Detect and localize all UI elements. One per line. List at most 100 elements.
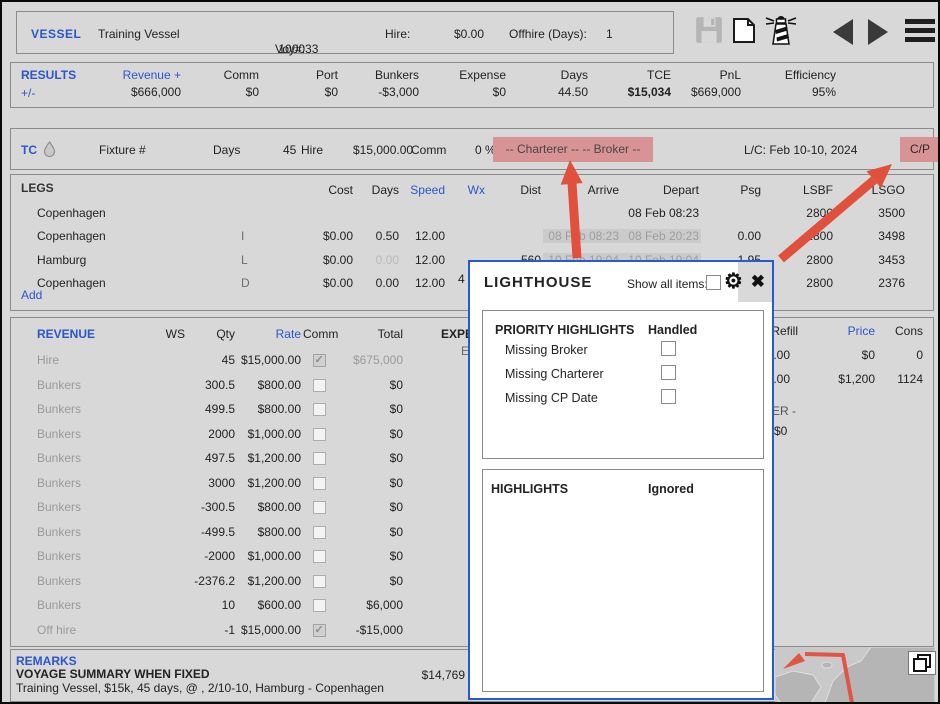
revenue-row[interactable]: Bunkers499.5$800.00$0: [11, 397, 431, 421]
revenue-rate: $800.00: [237, 378, 303, 392]
leg-psg: 0.00: [701, 229, 763, 243]
revenue-item-name: Bunkers: [11, 598, 151, 612]
comm-checkbox[interactable]: [313, 354, 326, 367]
comm-checkbox[interactable]: [313, 428, 326, 441]
comm-checkbox[interactable]: [313, 550, 326, 563]
revenue-row[interactable]: Off hire-1$15,000.00-$15,000: [11, 618, 431, 642]
revenue-col-qty: Qty: [187, 327, 237, 341]
comm-checkbox[interactable]: [313, 526, 326, 539]
comm-checkbox[interactable]: [313, 501, 326, 514]
revenue-rate: $1,200.00: [237, 476, 303, 490]
revenue-row[interactable]: Bunkers2000$1,000.00$0: [11, 422, 431, 446]
show-all-items-checkbox[interactable]: [706, 275, 721, 290]
menu-icon[interactable]: [905, 19, 935, 43]
revenue-item-name: Bunkers: [11, 451, 151, 465]
leg-type: L: [233, 253, 259, 267]
tc-hire-value[interactable]: $15,000.00: [353, 143, 413, 157]
revenue-comm-cell: [303, 622, 337, 636]
comm-checkbox[interactable]: [313, 452, 326, 465]
revenue-row[interactable]: Bunkers-2000$1,000.00$0: [11, 544, 431, 568]
next-voyage-button[interactable]: [868, 2, 894, 62]
results-plusminus[interactable]: +/-: [21, 86, 35, 100]
revenue-row[interactable]: Bunkers3000$1,200.00$0: [11, 471, 431, 495]
revenue-rate: $1,000.00: [237, 549, 303, 563]
leg-arrive: 08 Feb 08:23: [543, 229, 621, 243]
priority-item-missing-broker: Missing Broker: [505, 343, 588, 357]
revenue-row[interactable]: Bunkers-300.5$800.00$0: [11, 495, 431, 519]
revenue-row[interactable]: Bunkers-2376.2$1,200.00$0: [11, 569, 431, 593]
remarks-text[interactable]: Training Vessel, $15k, 45 days, @ , 2/10…: [16, 681, 384, 695]
ignored-column-label: Ignored: [648, 482, 694, 496]
cp-date-field[interactable]: C/P: [900, 137, 940, 162]
gear-icon[interactable]: ⚙: [724, 269, 743, 294]
results-column-value: 95%: [726, 85, 836, 99]
leg-row[interactable]: Copenhagen08 Feb 08:2328003500: [11, 201, 933, 224]
priority-item-missing-cp-date: Missing CP Date: [505, 391, 598, 405]
tc-label[interactable]: TC: [21, 143, 37, 157]
comm-checkbox[interactable]: [313, 624, 326, 637]
revenue-item-name: Bunkers: [11, 378, 151, 392]
voy-number: Voy#: 100033: [275, 27, 278, 41]
legs-col-speed[interactable]: Speed: [401, 183, 447, 197]
app-window: VESSEL Training Vessel Voy#: 100033 Hire…: [0, 0, 940, 704]
revenue-label[interactable]: REVENUE: [11, 327, 151, 341]
revenue-row[interactable]: Bunkers497.5$1,200.00$0: [11, 446, 431, 470]
drop-icon: [43, 141, 56, 160]
vessel-label[interactable]: VESSEL: [31, 27, 81, 41]
revenue-row[interactable]: Bunkers10$600.00$6,000: [11, 593, 431, 617]
missing-cp-date-checkbox[interactable]: [661, 389, 676, 404]
revenue-qty: 497.5: [187, 451, 237, 465]
charterer-broker-field[interactable]: -- Charterer -- -- Broker --: [493, 137, 653, 162]
revenue-qty: -300.5: [187, 500, 237, 514]
revenue-qty: -2376.2: [187, 574, 237, 588]
fixture-field[interactable]: Fixture #: [99, 143, 146, 157]
new-document-icon[interactable]: [729, 15, 761, 47]
add-leg-link[interactable]: Add: [21, 288, 42, 302]
tc-hire-label: Hire: [301, 143, 323, 157]
comm-checkbox[interactable]: [313, 599, 326, 612]
revenue-comm-cell: [303, 426, 337, 440]
lighthouse-icon[interactable]: [764, 11, 796, 43]
other-expense-fragment: ER -: [772, 404, 796, 418]
close-icon[interactable]: ✖: [751, 272, 765, 292]
legs-col-wx[interactable]: Wx: [447, 183, 487, 197]
priority-highlights-title: PRIORITY HIGHLIGHTS: [495, 323, 634, 337]
tc-comm-label: Comm: [411, 143, 446, 157]
revenue-col-comm: Comm: [303, 327, 337, 341]
missing-broker-checkbox[interactable]: [661, 341, 676, 356]
revenue-item-name: Off hire: [11, 623, 151, 637]
revenue-comm-cell: [303, 451, 337, 465]
revenue-qty: 300.5: [187, 378, 237, 392]
results-column-value: $669,000: [631, 85, 741, 99]
revenue-row[interactable]: Bunkers300.5$800.00$0: [11, 373, 431, 397]
results-column-label: Efficiency: [726, 68, 836, 82]
comm-checkbox[interactable]: [313, 379, 326, 392]
leg-row[interactable]: CopenhagenI$0.000.5012.0008 Feb 08:2308 …: [11, 225, 933, 248]
popout-icon[interactable]: [908, 651, 936, 675]
revenue-item-name: Bunkers: [11, 574, 151, 588]
comm-checkbox[interactable]: [313, 403, 326, 416]
revenue-qty: 10: [187, 598, 237, 612]
results-column-efficiency: Efficiency 95%: [726, 63, 836, 99]
remarks-label[interactable]: REMARKS: [16, 654, 77, 668]
leg-port: Copenhagen: [11, 229, 233, 243]
comm-checkbox[interactable]: [313, 575, 326, 588]
show-all-items-label: Show all items:: [627, 277, 708, 291]
remarks-title: VOYAGE SUMMARY WHEN FIXED: [16, 667, 210, 681]
prev-voyage-button[interactable]: [833, 2, 859, 62]
revenue-rate: $1,200.00: [237, 451, 303, 465]
save-icon[interactable]: [694, 15, 726, 47]
legs-col-cost: Cost: [259, 183, 355, 197]
laycan-field[interactable]: L/C: Feb 10-10, 2024: [744, 143, 857, 157]
results-label[interactable]: RESULTS: [21, 68, 76, 82]
missing-charterer-checkbox[interactable]: [661, 365, 676, 380]
revenue-qty: -1: [187, 623, 237, 637]
revenue-item-name: Bunkers: [11, 402, 151, 416]
revenue-row[interactable]: Hire45$15,000.00$675,000: [11, 348, 431, 372]
revenue-row[interactable]: Bunkers-499.5$800.00$0: [11, 520, 431, 544]
revenue-total: $675,000: [337, 353, 405, 367]
vessel-name[interactable]: Training Vessel: [98, 27, 180, 41]
comm-checkbox[interactable]: [313, 477, 326, 490]
revenue-col-rate[interactable]: Rate: [237, 327, 303, 341]
tc-days-value[interactable]: 45: [283, 143, 296, 157]
